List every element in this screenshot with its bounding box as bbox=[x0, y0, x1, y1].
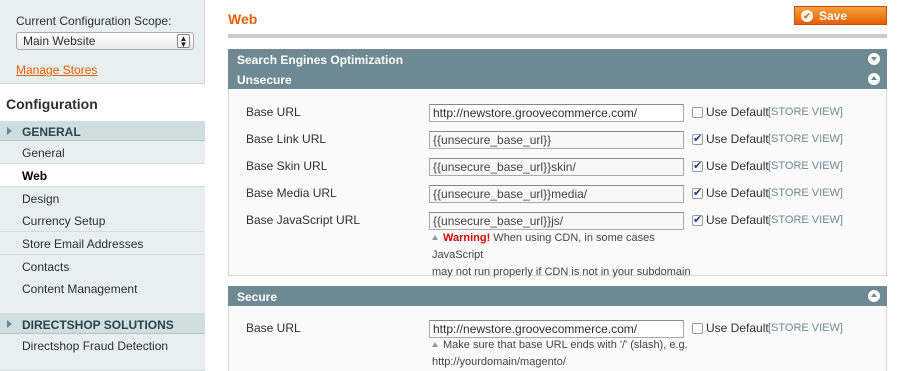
field-label: Base URL bbox=[246, 321, 301, 335]
nav-group-general[interactable]: GENERAL bbox=[0, 121, 205, 141]
cdn-warning-note: Warning! When using CDN, in some cases J… bbox=[432, 230, 702, 281]
warning-label: Warning! bbox=[443, 232, 491, 244]
field-label: Base URL bbox=[246, 105, 301, 119]
use-default-checkbox[interactable] bbox=[692, 213, 703, 226]
nav-group-directshop-solutions[interactable]: DIRECTSHOP SOLUTIONS bbox=[0, 314, 205, 334]
sidebar-item-contacts[interactable]: Contacts bbox=[0, 255, 205, 278]
nav-group-label: DIRECTSHOP SOLUTIONS bbox=[22, 318, 174, 332]
scope-label: Current Configuration Scope: bbox=[16, 14, 172, 28]
sidebar-item-web[interactable]: Web bbox=[0, 164, 205, 187]
scope-tag: [STORE VIEW] bbox=[768, 187, 843, 199]
checkmark-icon: ✔ bbox=[801, 10, 813, 22]
unsecure-base-media-url-input[interactable] bbox=[429, 185, 684, 203]
page-title: Web bbox=[228, 11, 258, 27]
field-label: Base JavaScript URL bbox=[246, 213, 361, 227]
use-default-label: Use Default bbox=[706, 132, 769, 146]
field-label: Base Skin URL bbox=[246, 159, 328, 173]
sidebar-item-directshop-fraud-detection[interactable]: Directshop Fraud Detection bbox=[0, 334, 205, 371]
sidebar-item-general[interactable]: General bbox=[0, 141, 205, 164]
use-default-checkbox[interactable] bbox=[692, 186, 703, 199]
scope-tag: [STORE VIEW] bbox=[768, 133, 843, 145]
title-divider bbox=[228, 34, 887, 38]
unsecure-base-javascript-url-input[interactable] bbox=[429, 212, 684, 230]
sidebar-item-store-email-addresses[interactable]: Store Email Addresses bbox=[0, 232, 205, 255]
scope-tag: [STORE VIEW] bbox=[768, 214, 843, 226]
base-url-hint-note: Make sure that base URL ends with '/' (s… bbox=[432, 337, 702, 371]
unsecure-base-link-url-input[interactable] bbox=[429, 131, 684, 149]
scope-select[interactable]: Main Website ▲ ▼ bbox=[16, 32, 194, 50]
use-default-label: Use Default bbox=[706, 213, 769, 227]
use-default-label: Use Default bbox=[706, 186, 769, 200]
use-default-checkbox[interactable] bbox=[692, 107, 703, 118]
section-header-unsecure[interactable]: Unsecure bbox=[228, 69, 887, 89]
nav-group-label: GENERAL bbox=[22, 125, 81, 139]
updown-arrows-icon: ▲ ▼ bbox=[177, 34, 190, 49]
note-triangle-icon bbox=[432, 235, 438, 240]
use-default-checkbox[interactable] bbox=[692, 132, 703, 145]
sidebar-item-content-management[interactable]: Content Management bbox=[0, 277, 205, 314]
unsecure-base-skin-url-input[interactable] bbox=[429, 158, 684, 176]
save-config-label: Save Config bbox=[819, 9, 857, 37]
use-default-label: Use Default bbox=[706, 321, 769, 335]
use-default-label: Use Default bbox=[706, 159, 769, 173]
section-header-secure[interactable]: Secure bbox=[228, 286, 887, 306]
field-label: Base Link URL bbox=[246, 132, 327, 146]
scope-tag: [STORE VIEW] bbox=[768, 160, 843, 172]
section-title: Search Engines Optimization bbox=[237, 53, 404, 67]
sidebar-item-design[interactable]: Design bbox=[0, 187, 205, 210]
sidebar: Current Configuration Scope: Main Websit… bbox=[0, 0, 205, 371]
scope-select-value: Main Website bbox=[23, 34, 96, 48]
warning-text-line2: may not run properly if CDN is not in yo… bbox=[432, 266, 691, 278]
use-default-checkbox[interactable] bbox=[692, 323, 703, 334]
section-title: Secure bbox=[237, 290, 278, 304]
use-default-checkbox[interactable] bbox=[692, 159, 703, 172]
hint-text-line2: http://yourdomain/magento/ bbox=[432, 356, 566, 368]
manage-stores-link[interactable]: Manage Stores bbox=[16, 63, 194, 77]
section-header-seo[interactable]: Search Engines Optimization bbox=[228, 49, 887, 69]
circle-arrow-up-icon[interactable] bbox=[868, 73, 880, 85]
configuration-title: Configuration bbox=[0, 85, 205, 121]
use-default-label: Use Default bbox=[706, 105, 769, 119]
field-label: Base Media URL bbox=[246, 186, 337, 200]
scope-switcher: Current Configuration Scope: Main Websit… bbox=[0, 0, 205, 84]
scope-tag: [STORE VIEW] bbox=[768, 106, 843, 118]
hint-text-line1: Make sure that base URL ends with '/' (s… bbox=[443, 339, 688, 351]
scope-tag: [STORE VIEW] bbox=[768, 322, 843, 334]
note-triangle-icon bbox=[432, 342, 438, 347]
unsecure-base-url-input[interactable] bbox=[429, 104, 684, 122]
expand-arrow-icon bbox=[7, 320, 12, 328]
sidebar-item-currency-setup[interactable]: Currency Setup bbox=[0, 209, 205, 232]
secure-base-url-input[interactable] bbox=[429, 320, 684, 338]
expand-arrow-icon bbox=[7, 127, 12, 135]
section-title: Unsecure bbox=[237, 73, 292, 87]
circle-arrow-up-icon[interactable] bbox=[868, 290, 880, 302]
circle-arrow-down-icon[interactable] bbox=[868, 53, 880, 65]
save-config-button[interactable]: ✔ Save Config bbox=[794, 6, 887, 37]
